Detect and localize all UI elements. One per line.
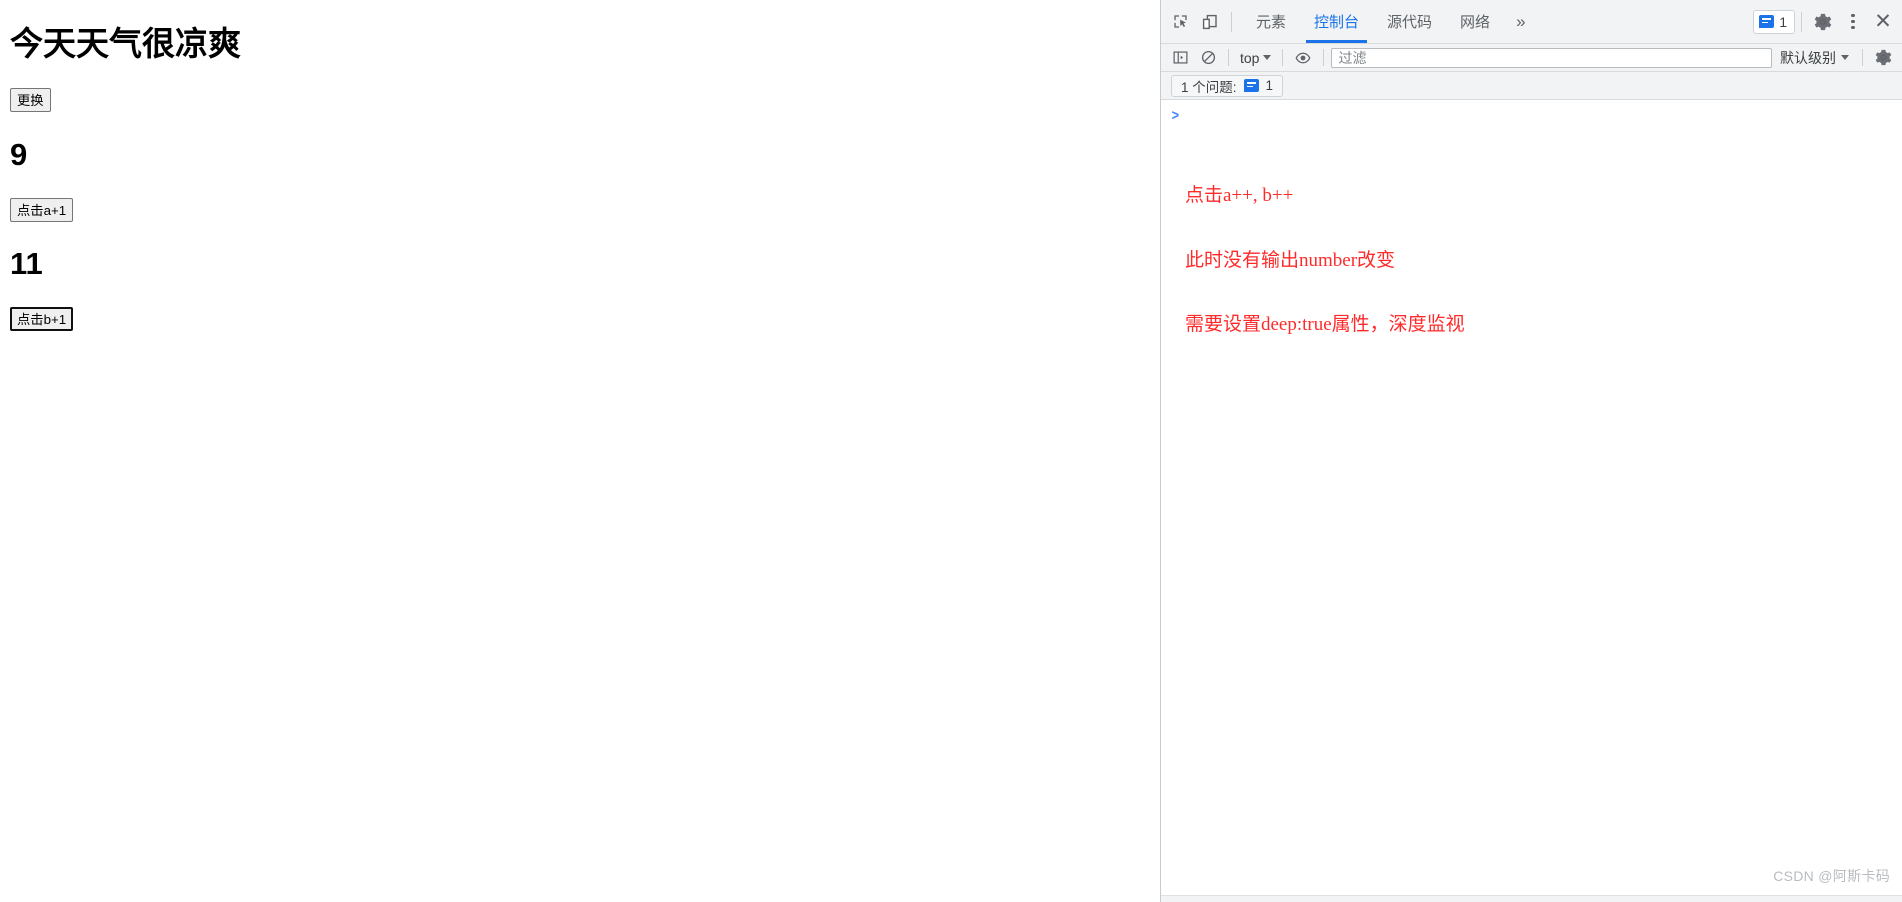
console-filter-input[interactable] xyxy=(1331,47,1772,68)
live-expression-icon[interactable] xyxy=(1290,47,1316,69)
console-issues-bar: 1 个问题: 1 xyxy=(1161,72,1902,100)
toolbar-divider xyxy=(1231,11,1232,32)
close-glyph: ✕ xyxy=(1874,10,1892,33)
screen-root: 今天天气很凉爽 更换 9 点击a+1 11 点击b+1 元素 控制台 源代码 网… xyxy=(0,0,1902,902)
log-level-label: 默认级别 xyxy=(1780,49,1836,66)
console-sidebar-icon[interactable] xyxy=(1167,47,1193,69)
devtools-tab-list: 元素 控制台 源代码 网络 » xyxy=(1242,0,1538,43)
change-button-row: 更换 xyxy=(10,88,1152,112)
console-prompt-chevron-icon: > xyxy=(1171,107,1180,124)
issues-badge-count: 1 xyxy=(1779,13,1787,30)
value-a-display: 9 xyxy=(10,137,28,172)
gear-icon[interactable] xyxy=(1808,7,1838,37)
issues-summary-chip[interactable]: 1 个问题: 1 xyxy=(1171,74,1284,97)
filter-divider-3 xyxy=(1323,49,1325,66)
log-level-selector[interactable]: 默认级别 xyxy=(1774,48,1855,68)
chevron-down-icon-level xyxy=(1841,55,1849,60)
red-annotation-block: 点击a++, b++ 此时没有输出number改变 需要设置deep:true属… xyxy=(1185,142,1902,379)
filter-divider-2 xyxy=(1282,49,1284,66)
tab-console[interactable]: 控制台 xyxy=(1300,0,1373,43)
kebab-menu-icon[interactable] xyxy=(1838,7,1868,37)
clear-console-icon[interactable] xyxy=(1195,47,1221,69)
issues-summary-count: 1 xyxy=(1265,78,1274,93)
close-icon[interactable]: ✕ xyxy=(1868,7,1898,37)
filter-divider-4 xyxy=(1862,49,1863,66)
issues-summary-label: 1 个问题: xyxy=(1181,79,1237,95)
execution-context-label: top xyxy=(1240,49,1260,66)
annotation-line-3: 需要设置deep:true属性，深度监视 xyxy=(1185,314,1465,335)
devtools-toolbar-right: 1 ✕ xyxy=(1753,7,1902,37)
filter-divider-1 xyxy=(1228,49,1229,66)
page-title: 今天天气很凉爽 xyxy=(10,25,241,62)
execution-context-selector[interactable]: top xyxy=(1236,50,1275,66)
tab-elements[interactable]: 元素 xyxy=(1242,0,1300,43)
kebab-dots xyxy=(1844,13,1862,31)
tab-network[interactable]: 网络 xyxy=(1446,0,1504,43)
console-prompt-row[interactable]: > xyxy=(1161,100,1902,128)
value-b-display: 11 xyxy=(10,246,43,281)
console-settings-gear-icon[interactable] xyxy=(1870,47,1896,69)
message-icon xyxy=(1759,15,1775,28)
increment-a-button[interactable]: 点击a+1 xyxy=(10,198,74,222)
message-icon-small xyxy=(1243,79,1259,92)
page-content: 今天天气很凉爽 更换 9 点击a+1 11 点击b+1 xyxy=(0,0,1160,331)
inspect-element-icon[interactable] xyxy=(1165,7,1195,37)
console-output-area[interactable]: > 点击a++, b++ 此时没有输出number改变 需要设置deep:tru… xyxy=(1161,100,1902,902)
tab-sources[interactable]: 源代码 xyxy=(1373,0,1446,43)
more-tabs-icon[interactable]: » xyxy=(1504,0,1537,43)
devtools-panel: 元素 控制台 源代码 网络 » 1 ✕ top 过滤 默认级别 1 个问题: 1… xyxy=(1161,0,1902,902)
increment-a-button-row: 点击a+1 xyxy=(10,198,1152,222)
devtools-tabbar: 元素 控制台 源代码 网络 » 1 ✕ xyxy=(1161,0,1902,44)
devtools-bottom-strip xyxy=(1161,895,1902,902)
change-button[interactable]: 更换 xyxy=(10,88,51,112)
increment-b-button[interactable]: 点击b+1 xyxy=(10,307,74,331)
annotation-line-1: 点击a++, b++ xyxy=(1185,185,1294,206)
toolbar-divider-right xyxy=(1801,11,1802,32)
console-filter-toolbar: top 默认级别 xyxy=(1161,44,1902,72)
device-toolbar-icon[interactable] xyxy=(1195,7,1225,37)
browser-page-pane: 今天天气很凉爽 更换 9 点击a+1 11 点击b+1 xyxy=(0,0,1161,902)
csdn-watermark: CSDN @阿斯卡码 xyxy=(1773,868,1890,884)
increment-b-button-row: 点击b+1 xyxy=(10,307,1152,331)
chevron-down-icon xyxy=(1263,55,1272,60)
annotation-line-2: 此时没有输出number改变 xyxy=(1185,249,1396,271)
issues-badge-button[interactable]: 1 xyxy=(1753,9,1795,34)
